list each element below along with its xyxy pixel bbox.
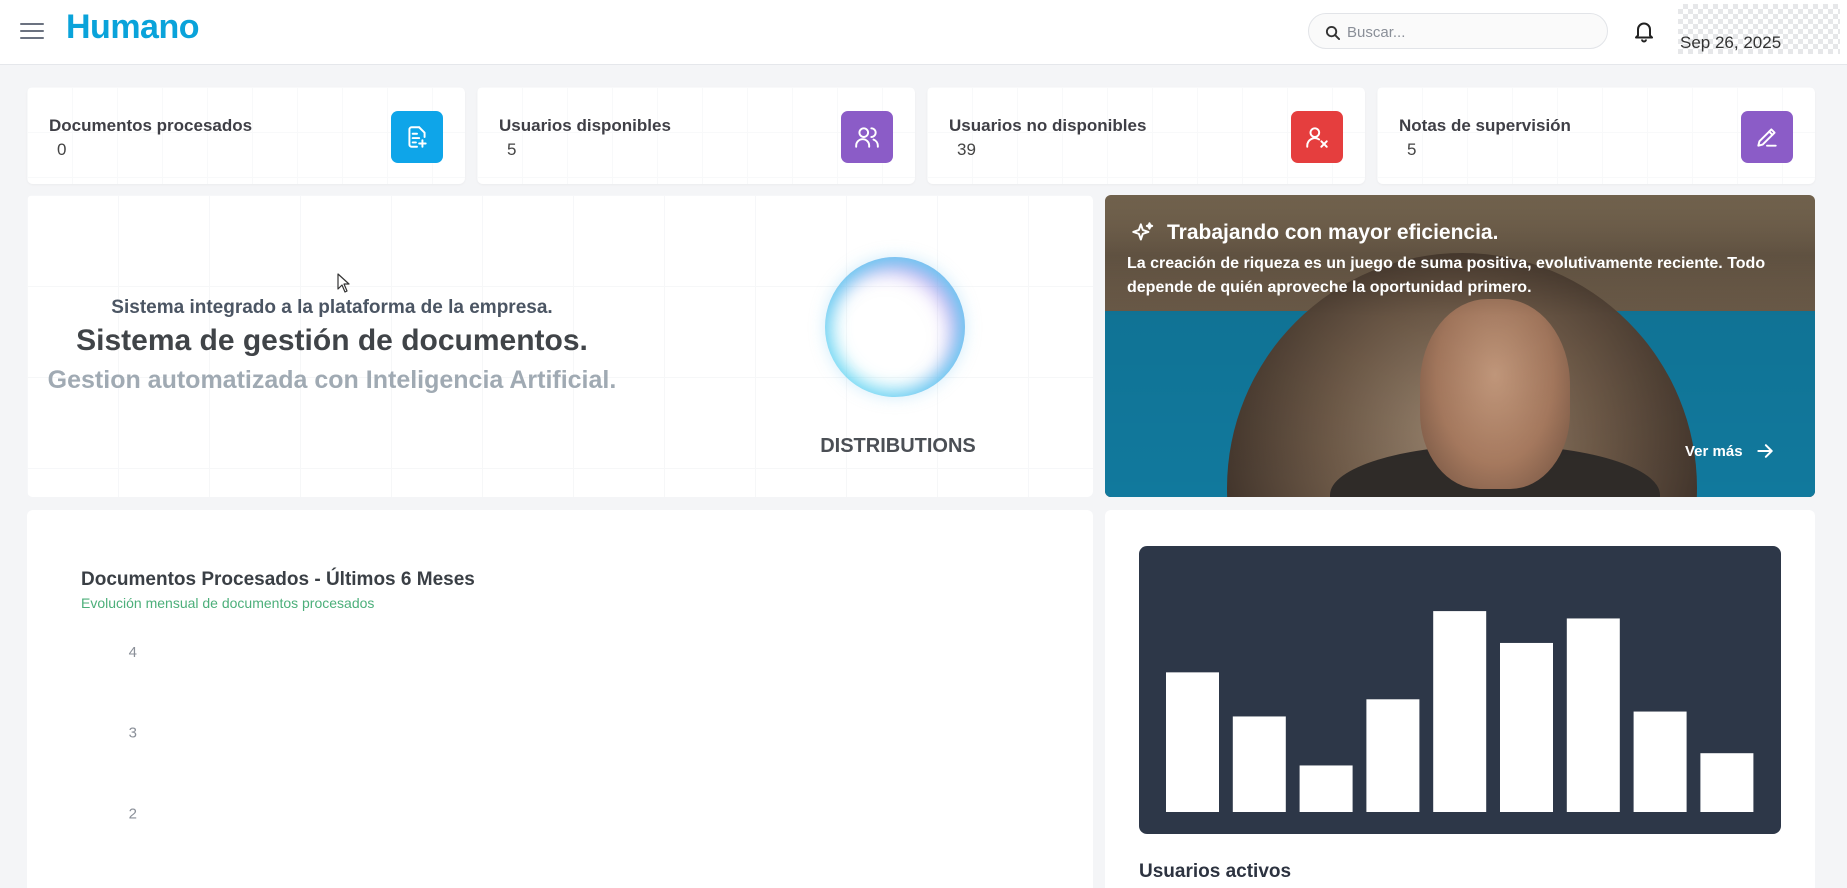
stat-title: Notas de supervisión <box>1399 116 1571 135</box>
bar-8[interactable] <box>1633 711 1687 812</box>
stat-card-notas-supervision: Notas de supervisión 5 <box>1377 87 1815 184</box>
active-users-bar-chart <box>1166 611 1754 812</box>
bar-4[interactable] <box>1366 699 1420 812</box>
stat-value: 5 <box>507 140 517 159</box>
bar-7[interactable] <box>1566 618 1620 812</box>
stat-value: 5 <box>1407 140 1417 159</box>
ai-orb-graphic <box>825 257 965 397</box>
bar-2[interactable] <box>1232 716 1286 812</box>
y-tick-label: 4 <box>129 644 137 661</box>
arrow-right-icon <box>1756 444 1773 458</box>
bar-1[interactable] <box>1166 672 1219 812</box>
ver-mas-link[interactable]: Ver más <box>1685 441 1775 461</box>
hero-banner: Sistema integrado a la plataforma de la … <box>27 195 1093 497</box>
hero-tagline: Gestion automatizada con Inteligencia Ar… <box>47 366 617 394</box>
mouse-cursor-icon <box>337 273 350 293</box>
hero-title: Sistema de gestión de documentos. <box>76 324 588 357</box>
bars-panel <box>1139 546 1781 834</box>
search-icon <box>1325 25 1340 40</box>
stat-card-usuarios-disponibles: Usuarios disponibles 5 <box>477 87 915 184</box>
promo-banner: Trabajando con mayor eficiencia. La crea… <box>1105 195 1815 497</box>
notification-bell-icon[interactable] <box>1632 18 1656 43</box>
sparkles-icon <box>1132 222 1154 241</box>
hero-subtitle: Sistema integrado a la plataforma de la … <box>111 297 553 318</box>
bar-3[interactable] <box>1299 765 1353 812</box>
pencil-icon[interactable] <box>1741 111 1793 163</box>
y-tick-label: 3 <box>129 725 137 742</box>
stat-title: Documentos procesados <box>49 116 253 135</box>
chart-subtitle: Evolución mensual de documentos procesad… <box>81 595 375 611</box>
document-add-icon[interactable] <box>391 111 443 163</box>
user-x-icon[interactable] <box>1291 111 1343 163</box>
promo-title: Trabajando con mayor eficiencia. <box>1167 221 1499 244</box>
active-users-card: Usuarios activos <box>1105 510 1815 888</box>
stat-card-usuarios-no-disponibles: Usuarios no disponibles 39 <box>927 87 1365 184</box>
stat-title: Usuarios no disponibles <box>949 116 1147 135</box>
search-input[interactable] <box>1347 22 1597 42</box>
stat-card-documentos-procesados: Documentos procesados 0 <box>27 87 465 184</box>
bar-9[interactable] <box>1700 753 1754 812</box>
users-icon[interactable] <box>841 111 893 163</box>
documents-line-chart: 4321 <box>129 644 137 888</box>
top-bar: Humano Sep 26, 2025 <box>0 0 1847 65</box>
app-logo[interactable]: Humano <box>66 8 200 47</box>
y-tick-label: 2 <box>129 805 137 822</box>
brand-label: DISTRIBUTIONS <box>820 435 976 457</box>
bar-6[interactable] <box>1500 642 1553 812</box>
promo-description: La creación de riqueza es un juego de su… <box>1127 255 1766 296</box>
bar-5[interactable] <box>1433 611 1487 812</box>
hamburger-menu-icon[interactable] <box>20 20 44 42</box>
chart-title: Documentos Procesados - Últimos 6 Meses <box>81 569 475 590</box>
search-box[interactable] <box>1308 13 1608 49</box>
stat-value: 0 <box>57 140 67 159</box>
current-date: Sep 26, 2025 <box>1680 33 1782 52</box>
stat-value: 39 <box>957 140 976 159</box>
ver-mas-label: Ver más <box>1685 442 1743 460</box>
documents-chart-card: Documentos Procesados - Últimos 6 Meses … <box>27 510 1093 888</box>
stat-title: Usuarios disponibles <box>499 116 671 135</box>
users-title: Usuarios activos <box>1139 861 1292 882</box>
